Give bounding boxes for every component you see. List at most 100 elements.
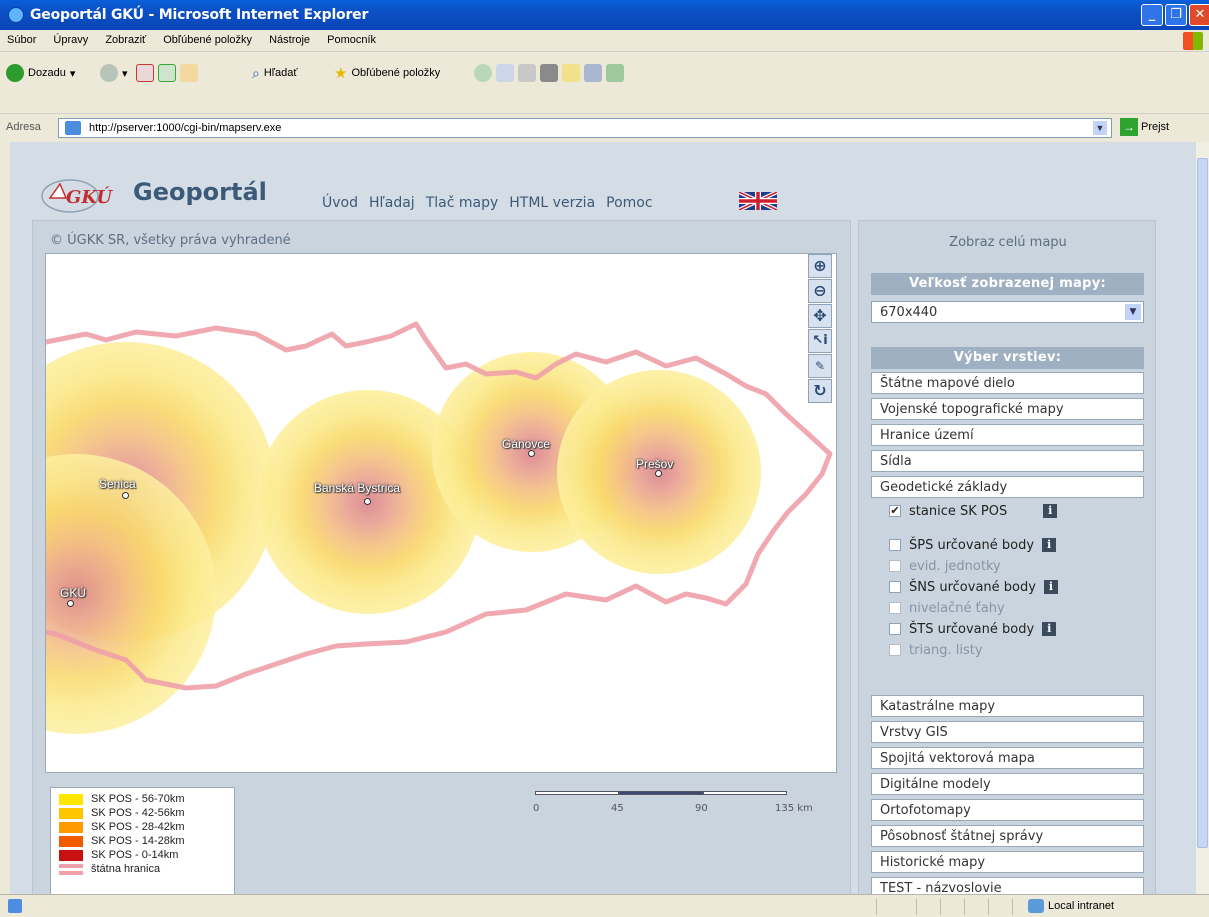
city-senica: Senica (99, 477, 136, 491)
layer-hranice-uzemi[interactable]: Hranice území (871, 424, 1144, 446)
pan-icon[interactable]: ✥ (808, 304, 832, 328)
legend-item: štátna hranica (59, 863, 160, 875)
close-button[interactable]: ✕ (1189, 4, 1209, 26)
gku-logo[interactable]: GKÚ (40, 176, 122, 216)
home-icon[interactable] (180, 64, 198, 82)
sublayer-triang-listy[interactable]: triang. listy (889, 641, 983, 659)
menu-favorites[interactable]: Obľúbené položky (156, 30, 259, 46)
refresh-map-icon[interactable]: ↻ (808, 379, 832, 403)
sublayer-sts-body[interactable]: ŠTS určované body i (889, 620, 1057, 638)
refresh-icon[interactable] (158, 64, 176, 82)
checkbox[interactable] (889, 644, 901, 656)
research-icon[interactable] (584, 64, 602, 82)
layer-sidla[interactable]: Sídla (871, 450, 1144, 472)
zone-label: Local intranet (1048, 900, 1115, 912)
stop-icon[interactable] (136, 64, 154, 82)
sublayer-nivelacne-tahy[interactable]: nivelačné ťahy (889, 599, 1005, 617)
sublayer-sps-body[interactable]: ŠPS určované body i (889, 536, 1057, 554)
map-copyright: © ÚGKK SR, všetky práva vyhradené (50, 233, 291, 248)
checkbox[interactable] (889, 623, 901, 635)
checkbox[interactable] (889, 602, 901, 614)
legend-label: SK POS - 0-14km (91, 849, 179, 861)
nav-html-verzia[interactable]: HTML verzia (509, 195, 595, 211)
intranet-icon (1028, 899, 1044, 913)
layer-test-nazvoslovie[interactable]: TEST - názvoslovie (871, 877, 1144, 894)
address-label: Adresa (6, 121, 41, 133)
layer-statne-mapove-dielo[interactable]: Štátne mapové dielo (871, 372, 1144, 394)
info-pointer-icon[interactable]: ↖i (808, 329, 832, 353)
menu-help[interactable]: Pomocník (320, 30, 383, 46)
checkbox[interactable]: ✔ (889, 505, 901, 517)
scrollbar-thumb[interactable] (1197, 158, 1208, 848)
map-canvas[interactable]: Senica Banská Bystrica Gánovce Prešov GK… (45, 253, 837, 773)
mail-icon[interactable] (496, 64, 514, 82)
map-size-header: Veľkosť zobrazenej mapy: (871, 273, 1144, 295)
legend-label: SK POS - 42-56km (91, 807, 185, 819)
address-input[interactable]: http://pserver:1000/cgi-bin/mapserv.exe … (58, 118, 1112, 138)
sublayer-label: nivelačné ťahy (909, 600, 1005, 616)
uk-flag-icon[interactable] (739, 192, 777, 210)
edit-icon[interactable] (540, 64, 558, 82)
legend-label: SK POS - 56-70km (91, 793, 185, 805)
menu-file[interactable]: Súbor (0, 30, 43, 46)
map-size-select[interactable]: 670x440 ▼ (871, 301, 1144, 323)
address-dropdown-icon[interactable]: ▼ (1093, 121, 1107, 135)
city-banska-bystrica: Banská Bystrica (314, 481, 401, 495)
back-label: Dozadu (28, 67, 66, 79)
layer-geodeticke-zaklady[interactable]: Geodetické základy (871, 476, 1144, 498)
scale-label: 45 (611, 803, 624, 814)
layer-digitalne-modely[interactable]: Digitálne modely (871, 773, 1144, 795)
zoom-out-icon[interactable]: ⊖ (808, 279, 832, 303)
forward-button[interactable]: ▾ (100, 62, 128, 84)
menu-edit[interactable]: Úpravy (46, 30, 95, 46)
favorites-button[interactable]: ★ Obľúbené položky (334, 62, 440, 84)
nav-pomoc[interactable]: Pomoc (606, 195, 652, 211)
layer-vrstvy-gis[interactable]: Vrstvy GIS (871, 721, 1144, 743)
sublayer-evid-jednotky[interactable]: evid. jednotky (889, 557, 1001, 575)
menu-view[interactable]: Zobraziť (98, 30, 153, 46)
minimize-button[interactable]: _ (1141, 4, 1163, 26)
layer-vojenske-mapy[interactable]: Vojenské topografické mapy (871, 398, 1144, 420)
nav-uvod[interactable]: Úvod (322, 195, 358, 211)
menu-tools[interactable]: Nástroje (262, 30, 317, 46)
zoom-in-icon[interactable]: ⊕ (808, 254, 832, 278)
info-icon[interactable]: i (1043, 580, 1058, 594)
forward-arrow-icon (100, 64, 118, 82)
vertical-scrollbar[interactable] (1196, 142, 1209, 894)
site-header: GKÚ Geoportál Úvod Hľadaj Tlač mapy HTML… (10, 142, 1196, 218)
measure-icon[interactable]: ✎ (808, 354, 832, 378)
checkbox[interactable] (889, 539, 901, 551)
full-map-link[interactable]: Zobraz celú mapu (859, 235, 1157, 250)
side-panel: Zobraz celú mapu Veľkosť zobrazenej mapy… (858, 220, 1156, 894)
history-icon[interactable] (474, 64, 492, 82)
sublayer-stanice-sk-pos[interactable]: ✔ stanice SK POS i (889, 502, 1058, 520)
messenger-icon[interactable] (606, 64, 624, 82)
go-button[interactable]: → Prejst (1120, 118, 1169, 136)
maximize-button[interactable]: ❐ (1165, 4, 1187, 26)
layer-posobnost-statnej-spravy[interactable]: Pôsobnosť štátnej správy (871, 825, 1144, 847)
legend-label: SK POS - 14-28km (91, 835, 185, 847)
info-icon[interactable]: i (1042, 622, 1057, 636)
print-icon[interactable] (518, 64, 536, 82)
layer-historicke-mapy[interactable]: Historické mapy (871, 851, 1144, 873)
nav-tlac-mapy[interactable]: Tlač mapy (426, 195, 499, 211)
geoportal-page: GKÚ Geoportál Úvod Hľadaj Tlač mapy HTML… (10, 142, 1196, 894)
checkbox[interactable] (889, 560, 901, 572)
layer-ortofotomapy[interactable]: Ortofotomapy (871, 799, 1144, 821)
status-segment (876, 898, 877, 915)
window-title: Geoportál GKÚ - Microsoft Internet Explo… (30, 7, 369, 23)
map-panel: © ÚGKK SR, všetky práva vyhradené Senica… (32, 220, 851, 894)
sublayer-sns-body[interactable]: ŠNS určované body i (889, 578, 1058, 596)
layer-spojita-vektorova-mapa[interactable]: Spojitá vektorová mapa (871, 747, 1144, 769)
legend-item: SK POS - 56-70km (59, 793, 185, 805)
search-button[interactable]: ⌕ Hľadať (252, 62, 297, 84)
layer-katastralne-mapy[interactable]: Katastrálne mapy (871, 695, 1144, 717)
checkbox[interactable] (889, 581, 901, 593)
info-icon[interactable]: i (1042, 538, 1057, 552)
info-icon[interactable]: i (1043, 504, 1058, 518)
menu-bar: Súbor Úpravy Zobraziť Obľúbené položky N… (0, 30, 1209, 52)
back-button[interactable]: Dozadu ▾ (6, 62, 75, 84)
nav-hladaj[interactable]: Hľadaj (369, 195, 415, 211)
station-gku-marker (67, 600, 74, 607)
discuss-icon[interactable] (562, 64, 580, 82)
